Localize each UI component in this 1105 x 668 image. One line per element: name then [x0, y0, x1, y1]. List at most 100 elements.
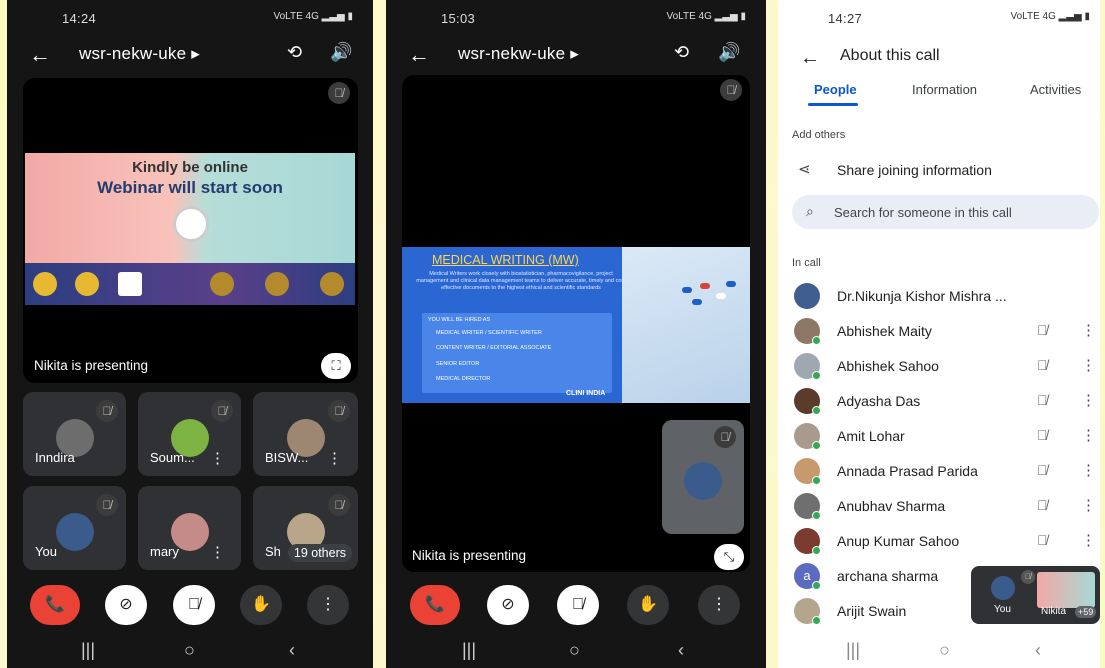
- participant-row[interactable]: Abhishek Maity 🎙̸ ⋮: [778, 316, 1100, 346]
- muted-mic-icon[interactable]: 🎙̸: [1037, 532, 1048, 548]
- participant-row[interactable]: Abhishek Sahoo 🎙̸ ⋮: [778, 351, 1100, 381]
- more-options-icon[interactable]: ⋮: [1081, 426, 1096, 444]
- more-options-icon[interactable]: ⋮: [1081, 531, 1096, 549]
- participant-row[interactable]: Adyasha Das 🎙̸ ⋮: [778, 386, 1100, 416]
- hired-as-label: YOU WILL BE HIRED AS: [428, 317, 491, 323]
- search-placeholder: Search for someone in this call: [834, 205, 1012, 220]
- status-bar: 14:24 VoLTE 4G ▂▃▅ ▮: [7, 8, 373, 30]
- participant-row[interactable]: Anup Kumar Sahoo 🎙̸ ⋮: [778, 526, 1100, 556]
- raise-hand-button[interactable]: ✋: [240, 585, 282, 625]
- participant-name: Anup Kumar Sahoo: [837, 533, 960, 549]
- call-controls: 📞 ⊘ 🎙̸ ✋ ⋮: [7, 585, 373, 625]
- participant-tile[interactable]: 🎙̸ Soum... ⋮: [138, 392, 241, 476]
- search-icon: ⌕: [806, 203, 814, 219]
- search-input[interactable]: ⌕ Search for someone in this call: [792, 195, 1099, 229]
- participant-name: Adyasha Das: [837, 393, 921, 409]
- call-controls: 📞 ⊘ 🎙̸ ✋ ⋮: [386, 585, 766, 625]
- pills-photo: [622, 247, 750, 403]
- muted-mic-icon[interactable]: 🎙̸: [1037, 427, 1048, 443]
- participant-row[interactable]: Anubhav Sharma 🎙̸ ⋮: [778, 491, 1100, 521]
- back-arrow-icon[interactable]: ←: [29, 42, 51, 68]
- status-time: 14:27: [828, 11, 863, 26]
- more-options-button[interactable]: ⋮: [307, 585, 349, 625]
- meeting-code[interactable]: wsr-nekw-uke ▸: [79, 44, 200, 64]
- more-options-icon[interactable]: ⋮: [1081, 356, 1096, 374]
- muted-mic-icon[interactable]: 🎙̸: [1037, 497, 1048, 513]
- participant-tile[interactable]: 🎙̸ BISW... ⋮: [253, 392, 358, 476]
- muted-mic-icon[interactable]: 🎙̸: [1037, 322, 1048, 338]
- mic-off-button[interactable]: 🎙̸: [557, 585, 599, 625]
- active-tab-indicator: [808, 103, 858, 106]
- exit-fullscreen-icon[interactable]: ⤡: [714, 544, 744, 570]
- recents-icon[interactable]: |||: [81, 640, 95, 661]
- back-icon[interactable]: ‹: [289, 640, 295, 661]
- fullscreen-icon[interactable]: ⛶: [321, 353, 351, 379]
- iso-logo: [75, 272, 99, 296]
- award-laurel-icon: [265, 272, 289, 296]
- slide-line-1: Kindly be online: [132, 159, 248, 176]
- recents-icon[interactable]: |||: [462, 640, 476, 661]
- more-options-icon[interactable]: ⋮: [1081, 496, 1096, 514]
- more-options-icon[interactable]: ⋮: [1081, 321, 1096, 339]
- back-icon[interactable]: ‹: [1035, 640, 1041, 661]
- participant-tile-self[interactable]: 🎙̸ You: [23, 486, 126, 570]
- status-bar: 15:03 VoLTE 4G ▂▃▅ ▮: [386, 8, 766, 30]
- status-dot: [812, 546, 821, 555]
- picture-in-picture[interactable]: 🎙̸ You Nikita +59: [971, 566, 1100, 624]
- participant-tile[interactable]: mary ⋮: [138, 486, 241, 570]
- participant-name: BISW...: [265, 450, 309, 465]
- camera-off-button[interactable]: ⊘: [487, 585, 529, 625]
- share-label: Share joining information: [837, 162, 992, 178]
- muted-mic-icon[interactable]: 🎙̸: [1037, 357, 1048, 373]
- home-icon[interactable]: ○: [184, 640, 195, 661]
- participant-name: Arijit Swain: [837, 603, 907, 619]
- camera-off-button[interactable]: ⊘: [105, 585, 147, 625]
- tab-information[interactable]: Information: [912, 82, 977, 97]
- back-arrow-icon[interactable]: ←: [800, 47, 820, 70]
- more-options-icon[interactable]: ⋮: [210, 449, 225, 467]
- status-dot: [812, 511, 821, 520]
- end-call-button[interactable]: 📞: [410, 585, 460, 625]
- meeting-code[interactable]: wsr-nekw-uke ▸: [458, 44, 579, 64]
- tab-people[interactable]: People: [814, 82, 857, 97]
- slide-line-2: Webinar will start soon: [97, 178, 283, 197]
- participant-row[interactable]: Dr.Nikunja Kishor Mishra ...: [778, 281, 1100, 311]
- more-options-icon[interactable]: ⋮: [327, 449, 342, 467]
- speaker-icon[interactable]: 🔊: [330, 42, 352, 63]
- home-icon[interactable]: ○: [569, 640, 580, 661]
- participant-row[interactable]: Annada Prasad Parida 🎙̸ ⋮: [778, 456, 1100, 486]
- muted-mic-icon: 🎙̸: [720, 79, 742, 101]
- more-options-icon[interactable]: ⋮: [1081, 391, 1096, 409]
- self-view-tile[interactable]: 🎙̸: [662, 420, 744, 534]
- more-options-icon[interactable]: ⋮: [1081, 461, 1096, 479]
- more-options-icon[interactable]: ⋮: [210, 543, 225, 561]
- android-nav-bar: ||| ○ ‹: [386, 638, 766, 668]
- participant-name: Inndira: [35, 450, 75, 465]
- more-options-button[interactable]: ⋮: [698, 585, 740, 625]
- muted-mic-icon[interactable]: 🎙̸: [1037, 462, 1048, 478]
- others-tile[interactable]: 🎙̸ Sh 19 others: [253, 486, 358, 570]
- recents-icon[interactable]: |||: [846, 640, 860, 661]
- pill-shape: [682, 287, 692, 293]
- share-joining-info[interactable]: ⋖ Share joining information: [792, 160, 1092, 182]
- status-dot: [812, 441, 821, 450]
- participant-row[interactable]: Amit Lohar 🎙̸ ⋮: [778, 421, 1100, 451]
- end-call-button[interactable]: 📞: [30, 585, 80, 625]
- switch-camera-icon[interactable]: ⟲: [287, 42, 302, 63]
- home-icon[interactable]: ○: [939, 640, 950, 661]
- section-label: Add others: [792, 129, 846, 141]
- call-header: ← wsr-nekw-uke ▸ ⟲ 🔊: [7, 38, 373, 72]
- tab-activities[interactable]: Activities: [1030, 82, 1081, 97]
- muted-mic-icon: 🎙̸: [211, 400, 233, 422]
- switch-camera-icon[interactable]: ⟲: [674, 42, 689, 63]
- back-arrow-icon[interactable]: ←: [408, 42, 430, 68]
- mic-off-button[interactable]: 🎙̸: [173, 585, 215, 625]
- raise-hand-button[interactable]: ✋: [627, 585, 669, 625]
- call-header: ← wsr-nekw-uke ▸ ⟲ 🔊: [386, 38, 766, 72]
- back-icon[interactable]: ‹: [678, 640, 684, 661]
- participant-name: Amit Lohar: [837, 428, 905, 444]
- role-item: CONTENT WRITER / EDITORIAL ASSOCIATE: [436, 345, 552, 351]
- speaker-icon[interactable]: 🔊: [718, 42, 740, 63]
- participant-tile[interactable]: 🎙̸ Inndira: [23, 392, 126, 476]
- muted-mic-icon[interactable]: 🎙̸: [1037, 392, 1048, 408]
